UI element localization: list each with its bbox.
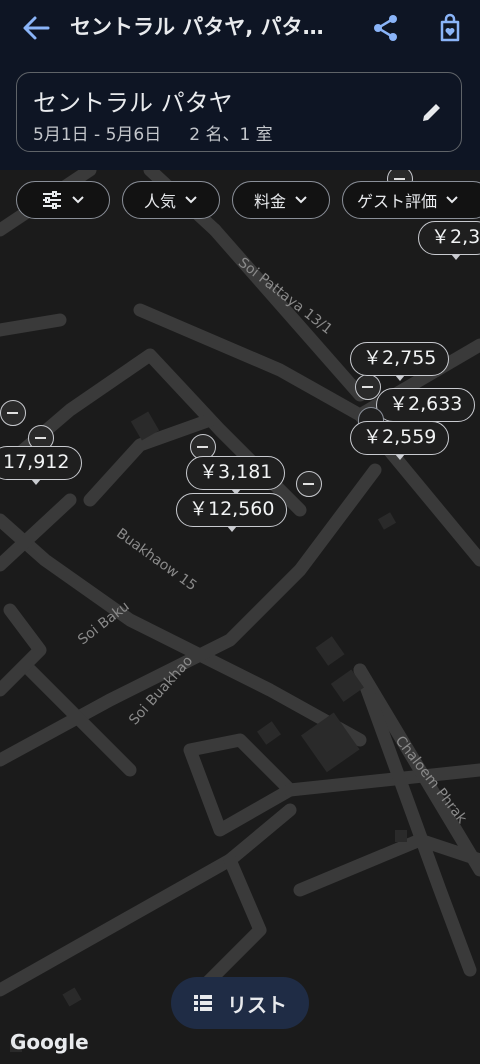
search-details: 5月1日 - 5月6日 2 名、1 室 — [33, 120, 273, 145]
filter-popular-chip[interactable]: 人気 — [122, 181, 220, 219]
price-marker[interactable]: ￥12,560 — [176, 493, 288, 532]
price-marker[interactable]: ￥3,181 — [186, 456, 286, 495]
chevron-down-icon — [446, 196, 458, 204]
share-icon[interactable] — [368, 10, 404, 46]
map-view[interactable]: Soi Pattaya 13/1 Buakhaow 15 Soi Baku So… — [0, 170, 480, 1064]
pencil-icon[interactable] — [419, 99, 445, 125]
page-title: セントラル パタヤ, パタ… — [70, 15, 324, 39]
search-summary-card[interactable]: セントラル パタヤ 5月1日 - 5月6日 2 名、1 室 — [16, 72, 462, 152]
location-name: セントラル パタヤ — [33, 89, 233, 117]
list-icon — [194, 995, 212, 1011]
tune-icon — [43, 191, 61, 209]
top-app-bar: セントラル パタヤ, パタ… セントラル パタヤ 5月1日 - 5月6日 2 名、… — [0, 0, 480, 170]
price-marker[interactable]: ￥2,633 — [376, 388, 476, 427]
price-marker[interactable]: ￥2,3 — [418, 221, 480, 260]
price-marker[interactable]: 17,912 — [0, 446, 83, 485]
map-attribution-logo: Google — [10, 1030, 89, 1054]
filter-rating-chip[interactable]: ゲスト評価 — [342, 181, 480, 219]
filter-price-label: 料金 — [253, 192, 286, 211]
filter-price-chip[interactable]: 料金 — [232, 181, 330, 219]
filter-settings-chip[interactable] — [16, 181, 110, 219]
price-marker[interactable]: ￥2,559 — [350, 421, 450, 460]
filter-popular-label: 人気 — [143, 192, 176, 211]
chevron-down-icon — [185, 196, 197, 204]
list-view-button[interactable]: リスト — [171, 977, 309, 1029]
chevron-down-icon — [295, 196, 307, 204]
date-range: 5月1日 - 5月6日 — [33, 125, 162, 145]
list-view-label: リスト — [227, 992, 287, 1017]
price-marker[interactable]: ￥2,755 — [350, 342, 450, 381]
hotel-marker[interactable] — [0, 400, 26, 426]
bag-heart-icon[interactable] — [432, 10, 468, 46]
road-network — [0, 170, 480, 1052]
chevron-down-icon — [72, 196, 84, 204]
guests-rooms: 2 名、1 室 — [189, 125, 273, 145]
arrow-back-icon[interactable] — [18, 10, 54, 46]
filter-rating-label: ゲスト評価 — [357, 192, 438, 211]
hotel-marker[interactable] — [296, 471, 322, 497]
